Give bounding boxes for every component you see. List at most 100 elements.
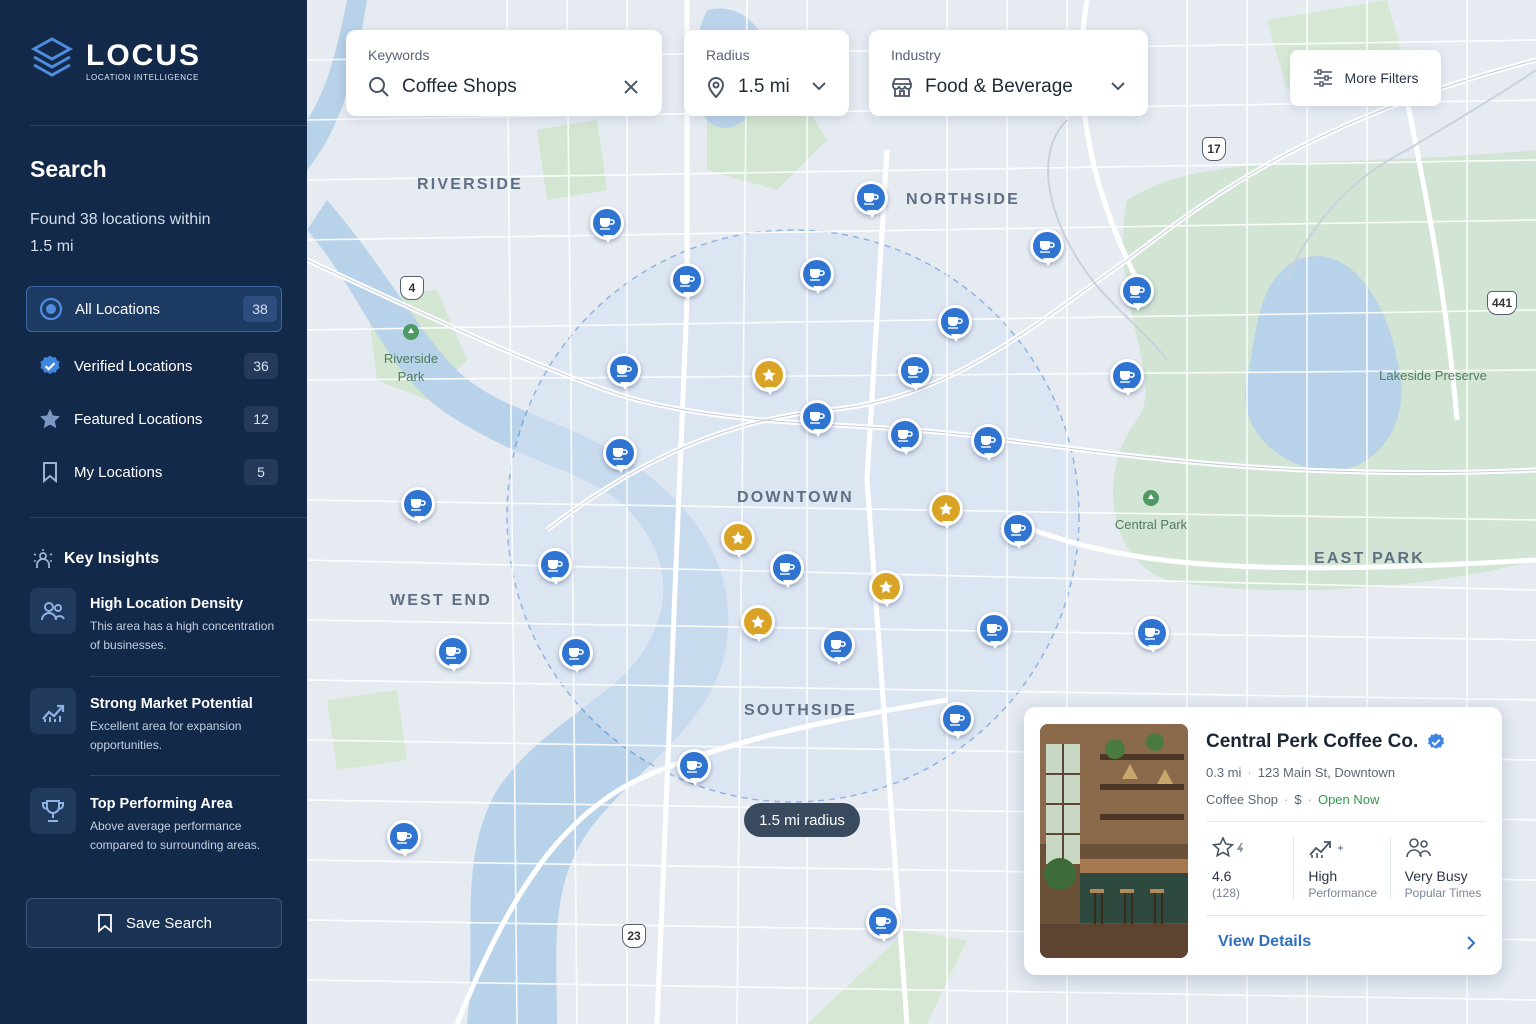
coffee-shop-pin[interactable] <box>971 424 1007 468</box>
coffee-shop-pin[interactable] <box>866 905 902 949</box>
park-icon <box>1143 490 1159 506</box>
route-shield: 17 <box>1202 137 1226 161</box>
filter-count: 36 <box>244 353 278 379</box>
divider <box>1206 915 1486 916</box>
featured-location-pin[interactable] <box>721 521 757 565</box>
park-lakeside: Lakeside Preserve <box>1379 368 1487 383</box>
coffee-shop-pin[interactable] <box>670 263 706 307</box>
filter-verified-locations[interactable]: Verified Locations 36 <box>26 343 282 389</box>
industry-select[interactable]: Industry Food & Beverage <box>869 30 1148 116</box>
coffee-shop-pin[interactable] <box>854 181 890 225</box>
area-label-northside: NORTHSIDE <box>906 191 1021 208</box>
insights-title: Key Insights <box>64 550 160 567</box>
coffee-shop-pin[interactable] <box>538 548 574 592</box>
location-photo <box>1040 724 1188 958</box>
filter-all-locations[interactable]: All Locations 38 <box>26 286 282 332</box>
search-icon <box>369 77 389 97</box>
logo[interactable]: LOCUS LOCATION INTELLIGENCE <box>30 36 201 86</box>
insight-item: Top Performing Area Above average perfor… <box>30 788 284 855</box>
location-name-text: Central Perk Coffee Co. <box>1206 731 1419 752</box>
chevron-right-icon[interactable] <box>1464 935 1478 956</box>
location-address-line: 0.3 mi · 123 Main St, Downtown <box>1206 765 1396 780</box>
coffee-shop-pin[interactable] <box>821 628 857 672</box>
industry-value: Food & Beverage <box>925 76 1073 97</box>
keywords-input[interactable]: Coffee Shops <box>402 76 517 98</box>
coffee-shop-pin[interactable] <box>387 820 423 864</box>
coffee-shop-pin[interactable] <box>1001 512 1037 556</box>
featured-location-pin[interactable] <box>929 492 965 536</box>
save-search-button[interactable]: Save Search <box>26 898 282 948</box>
radius-value: 1.5 mi <box>738 76 790 97</box>
location-address: 123 Main St, Downtown <box>1257 765 1396 780</box>
coffee-shop-pin[interactable] <box>590 206 626 250</box>
filter-label: Featured Locations <box>74 410 203 428</box>
coffee-shop-pin[interactable] <box>401 487 437 531</box>
logo-icon <box>30 37 74 77</box>
insight-item: High Location Density This area has a hi… <box>30 588 284 655</box>
view-details-link[interactable]: View Details <box>1218 933 1311 951</box>
trend-chart-icon <box>30 688 76 734</box>
performance-sub: Performance <box>1308 886 1378 900</box>
filter-count: 12 <box>244 406 278 432</box>
insight-desc: Excellent area for expansion opportuniti… <box>90 719 242 752</box>
insight-title: Strong Market Potential <box>90 696 253 712</box>
filter-featured-locations[interactable]: Featured Locations 12 <box>26 396 282 442</box>
coffee-shop-pin[interactable] <box>888 418 924 462</box>
location-stats: 4.6 (128) High Performance Very Busy Pop… <box>1206 836 1486 900</box>
coffee-shop-pin[interactable] <box>800 257 836 301</box>
rating-stat: 4.6 (128) <box>1206 836 1295 900</box>
people-icon <box>1405 838 1431 858</box>
map-canvas[interactable]: RIVERSIDE NORTHSIDE DOWNTOWN WEST END SO… <box>307 0 1536 1024</box>
keywords-field[interactable]: Keywords Coffee Shops <box>346 30 662 116</box>
busy-value: Very Busy <box>1404 868 1468 884</box>
key-insights-heading: Key Insights <box>32 548 159 570</box>
location-category: Coffee Shop <box>1206 792 1279 807</box>
insight-item: Strong Market Potential Excellent area f… <box>30 688 284 755</box>
insight-desc: Above average performance compared to su… <box>90 819 261 852</box>
results-summary: Found 38 locations within 1.5 mi <box>30 211 211 255</box>
coffee-shop-pin[interactable] <box>1030 229 1066 273</box>
divider <box>30 125 307 126</box>
featured-location-pin[interactable] <box>741 605 777 649</box>
coffee-shop-pin[interactable] <box>1110 359 1146 403</box>
coffee-shop-pin[interactable] <box>1120 274 1156 318</box>
featured-location-pin[interactable] <box>869 570 905 614</box>
sidebar: LOCUS LOCATION INTELLIGENCE Search Found… <box>0 0 307 1024</box>
coffee-shop-pin[interactable] <box>770 551 806 595</box>
coffee-shop-pin[interactable] <box>603 436 639 480</box>
coffee-shop-pin[interactable] <box>1135 616 1171 660</box>
sliders-icon <box>1313 69 1332 87</box>
rating-value: 4.6 <box>1212 868 1232 884</box>
verified-badge-icon <box>38 354 62 378</box>
clear-icon[interactable] <box>622 78 640 101</box>
busy-stat: Very Busy Popular Times <box>1391 837 1486 900</box>
more-filters-button[interactable]: More Filters <box>1290 50 1441 106</box>
app-tagline: LOCATION INTELLIGENCE <box>86 72 199 82</box>
radius-select[interactable]: Radius 1.5 mi <box>684 30 849 116</box>
filter-my-locations[interactable]: My Locations 5 <box>26 449 282 495</box>
coffee-shop-pin[interactable] <box>898 354 934 398</box>
performance-value: High <box>1308 868 1338 884</box>
coffee-shop-pin[interactable] <box>800 400 836 444</box>
route-shield: 23 <box>622 924 646 948</box>
coffee-shop-pin[interactable] <box>938 305 974 349</box>
park-icon <box>403 324 419 340</box>
location-card[interactable]: Central Perk Coffee Co. 0.3 mi · 123 Main … <box>1024 707 1502 975</box>
coffee-shop-pin[interactable] <box>559 636 595 680</box>
coffee-shop-pin[interactable] <box>977 612 1013 656</box>
coffee-shop-pin[interactable] <box>677 749 713 793</box>
coffee-shop-pin[interactable] <box>607 353 643 397</box>
more-filters-label: More Filters <box>1344 70 1419 86</box>
route-shield: 441 <box>1487 291 1518 315</box>
featured-location-pin[interactable] <box>752 358 788 402</box>
area-label-riverside: RIVERSIDE <box>417 176 524 193</box>
trophy-icon <box>30 788 76 834</box>
star-icon <box>38 407 62 431</box>
coffee-shop-pin[interactable] <box>940 702 976 746</box>
insight-desc: This area has a high concentration of bu… <box>90 619 275 652</box>
radius-label: Radius <box>706 47 750 63</box>
insight-title: Top Performing Area <box>90 796 233 812</box>
location-status: Open Now <box>1317 792 1380 807</box>
coffee-shop-pin[interactable] <box>436 635 472 679</box>
location-price: $ <box>1294 792 1302 807</box>
